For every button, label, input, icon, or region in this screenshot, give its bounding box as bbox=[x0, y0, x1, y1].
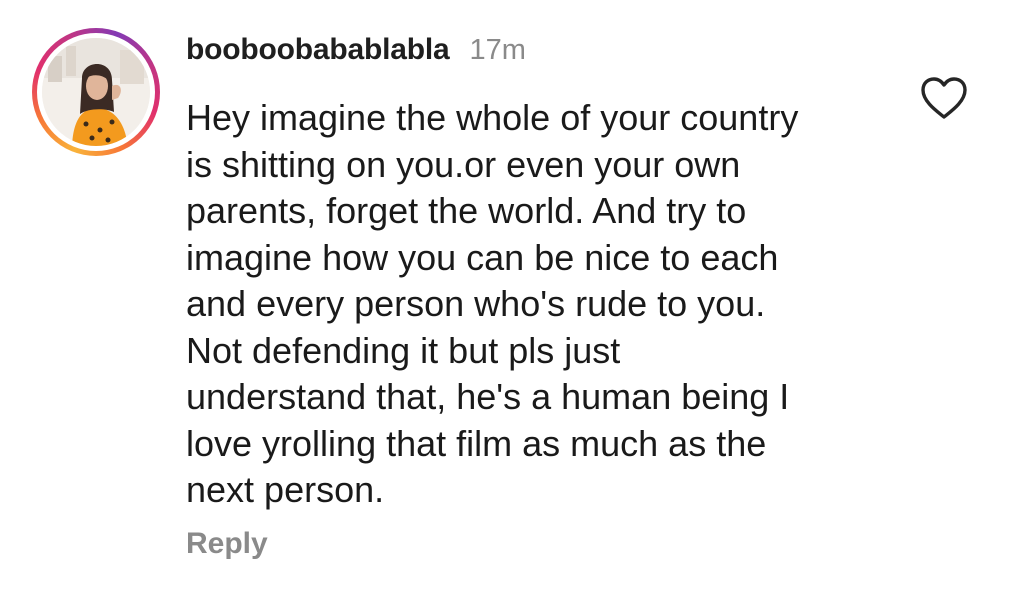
comment-text: Hey imagine the whole of your country is… bbox=[186, 97, 799, 510]
reply-button[interactable]: Reply bbox=[186, 527, 268, 561]
avatar-ring-gap bbox=[37, 33, 155, 151]
avatar bbox=[42, 38, 150, 146]
like-button[interactable] bbox=[918, 74, 970, 122]
comment-timestamp: 17m bbox=[469, 34, 526, 66]
comment-header: booboobabablabla 17m bbox=[186, 33, 526, 73]
heart-outline-icon bbox=[921, 77, 967, 119]
comment-item: booboobabablabla 17m Hey imagine the who… bbox=[0, 0, 1024, 601]
avatar-story-ring[interactable] bbox=[32, 28, 160, 156]
avatar-photo bbox=[42, 38, 150, 146]
username-link[interactable]: booboobabablabla bbox=[186, 33, 450, 67]
